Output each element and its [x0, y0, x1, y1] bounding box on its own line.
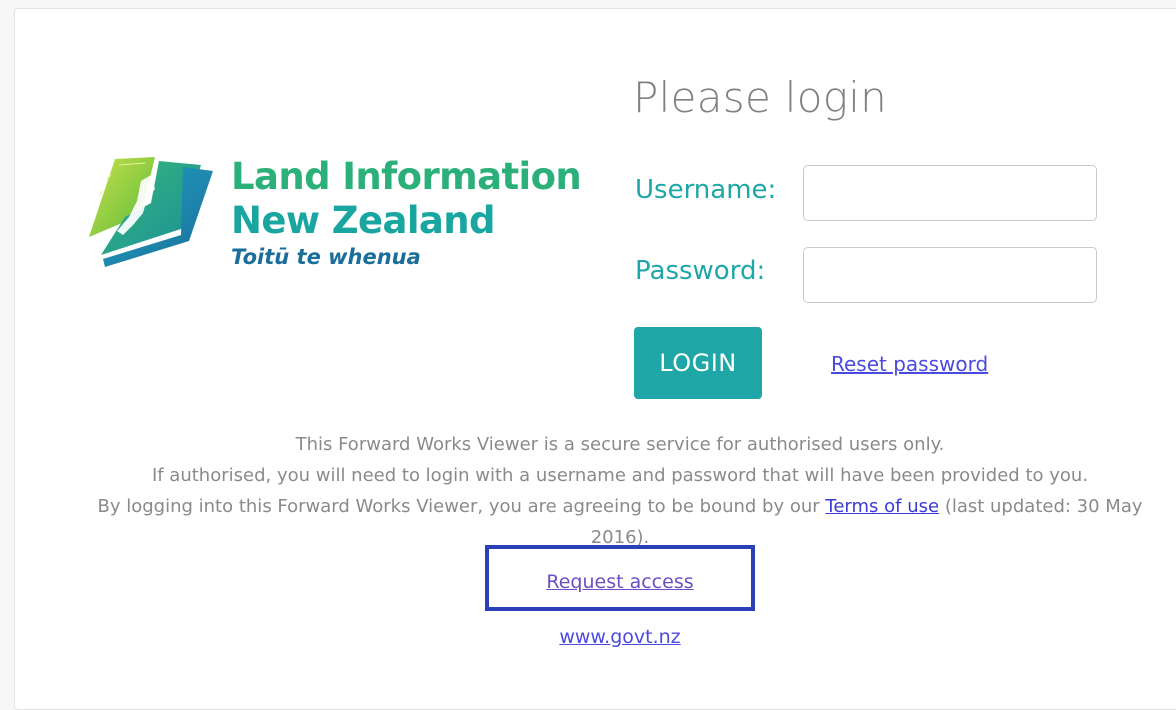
notice-terms-prefix: By logging into this Forward Works Viewe… [97, 496, 820, 517]
access-notice: This Forward Works Viewer is a secure se… [79, 429, 1161, 553]
request-access-highlight: Request access [485, 545, 755, 611]
password-input[interactable] [803, 247, 1097, 303]
login-button[interactable]: LOGIN [634, 327, 762, 399]
logo-name-line1: Land Information [231, 155, 582, 198]
page-title: Please login [633, 73, 888, 122]
linz-map-logo-icon [89, 157, 213, 267]
linz-logo: Land Information New Zealand Toitū te wh… [85, 155, 585, 279]
notice-line-1: This Forward Works Viewer is a secure se… [295, 434, 945, 455]
username-input[interactable] [803, 165, 1097, 221]
request-access-link[interactable]: Request access [489, 571, 751, 593]
username-label: Username: [635, 175, 777, 205]
logo-tagline: Toitū te whenua [231, 245, 421, 269]
login-card: Land Information New Zealand Toitū te wh… [14, 8, 1176, 710]
password-label: Password: [635, 256, 766, 286]
reset-password-link[interactable]: Reset password [831, 352, 988, 376]
notice-line-3: By logging into this Forward Works Viewe… [79, 491, 1161, 553]
notice-line-2: If authorised, you will need to login wi… [151, 465, 1089, 486]
terms-of-use-link[interactable]: Terms of use [825, 496, 939, 517]
logo-name-line2: New Zealand [231, 199, 495, 242]
govt-nz-link[interactable]: www.govt.nz [485, 626, 755, 648]
